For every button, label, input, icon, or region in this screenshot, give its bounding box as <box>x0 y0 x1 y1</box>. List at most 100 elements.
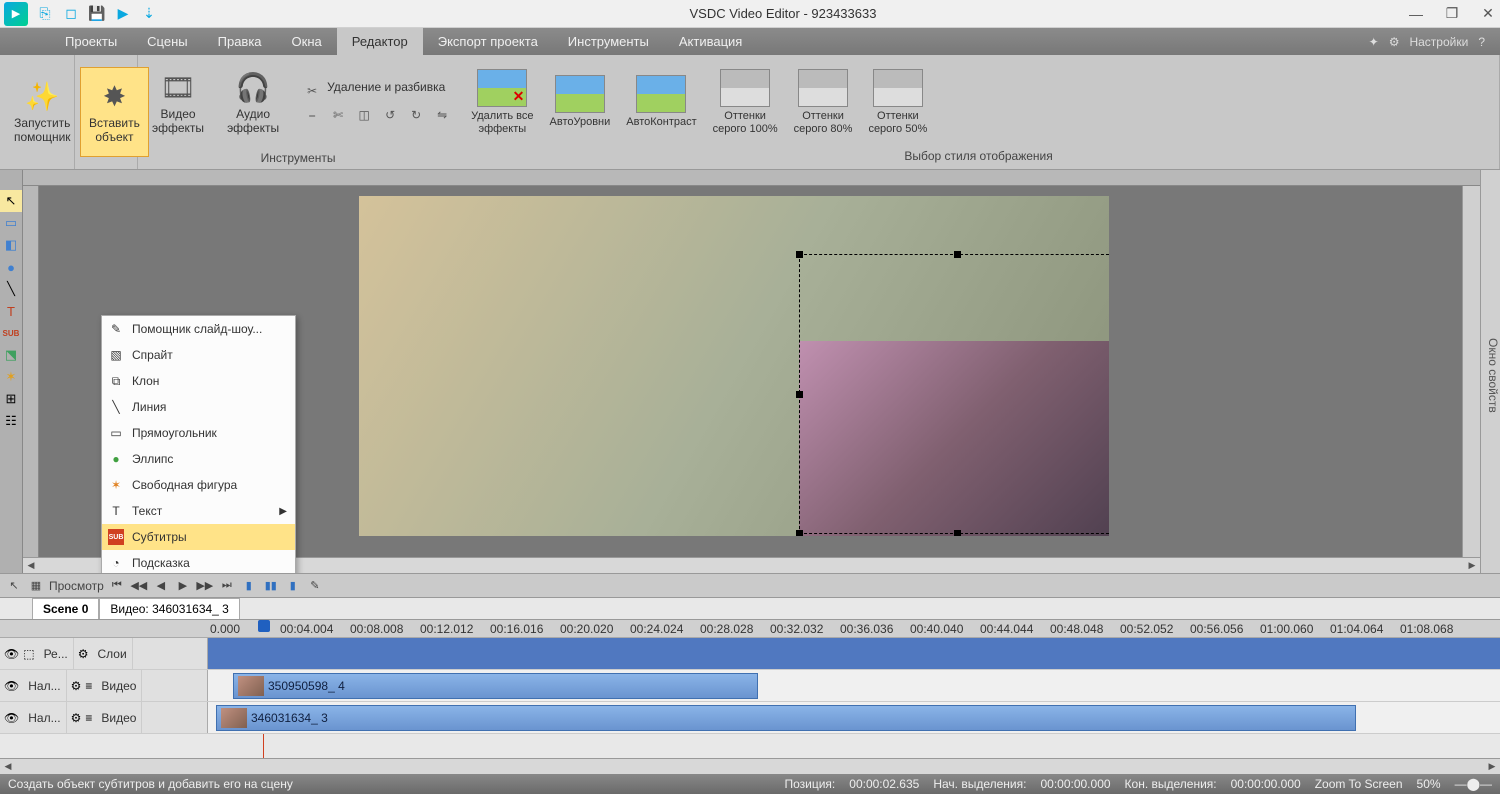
settings-link[interactable]: Настройки <box>1409 35 1468 49</box>
menu-tab-0[interactable]: Проекты <box>50 28 132 55</box>
gear-icon[interactable]: ⚙ <box>1389 35 1400 49</box>
menu-item-6[interactable]: ✶Свободная фигура <box>102 472 295 498</box>
list-icon[interactable]: ≡ <box>85 679 92 693</box>
flip-h-icon[interactable]: ⇋ <box>431 104 453 126</box>
tool-sub-icon[interactable]: SUB <box>0 322 22 344</box>
style-delete-all[interactable]: Удалить всеэффекты <box>463 67 541 137</box>
selection-box[interactable] <box>799 254 1109 534</box>
tool-cursor-icon[interactable]: ↖ <box>0 190 22 212</box>
pv-back-icon[interactable]: ◀ <box>152 577 170 595</box>
new-icon[interactable]: ⎘ <box>36 5 54 23</box>
ribbon: ✨ Запуститьпомощник ✸ Вставитьобъект 🎞 В… <box>0 55 1500 170</box>
pv-pointer-icon[interactable]: ↖ <box>5 577 23 595</box>
menu-item-5[interactable]: ●Эллипс <box>102 446 295 472</box>
time-tick: 00:20.020 <box>560 622 630 636</box>
menu-item-4[interactable]: ▭Прямоугольник <box>102 420 295 446</box>
clip[interactable]: 346031634_ 3 <box>216 705 1356 731</box>
playhead[interactable] <box>258 620 270 632</box>
pv-film-icon[interactable]: ▦ <box>27 577 45 595</box>
tool-media-icon[interactable]: ⊞ <box>0 388 22 410</box>
list-icon[interactable]: ≡ <box>85 711 92 725</box>
open-icon[interactable]: ◻ <box>62 5 80 23</box>
menu-tab-7[interactable]: Активация <box>664 28 757 55</box>
pv-mark1-icon[interactable]: ▮ <box>240 577 258 595</box>
zoom-slider-icon[interactable]: —⬤— <box>1455 777 1492 791</box>
eye-icon[interactable]: 👁 <box>4 647 19 661</box>
style-gray-100[interactable]: Оттенкисерого 100% <box>705 67 786 137</box>
cut-icon[interactable]: ✂ <box>301 80 323 102</box>
tool-film-icon[interactable]: ☷ <box>0 410 22 432</box>
star-icon[interactable]: ✦ <box>1369 35 1379 49</box>
style-gray-80[interactable]: Оттенкисерого 80% <box>786 67 861 137</box>
pv-mark3-icon[interactable]: ▮ <box>284 577 302 595</box>
pv-fwd-icon[interactable]: ▶▶ <box>196 577 214 595</box>
clip[interactable]: 350950598_ 4 <box>233 673 758 699</box>
close-button[interactable]: ✕ <box>1480 6 1496 22</box>
status-pos-label: Позиция: <box>784 777 835 791</box>
tool-line-icon[interactable]: ╲ <box>0 278 22 300</box>
video-effects-button[interactable]: 🎞 Видеоэффекты <box>143 58 213 148</box>
menu-tab-3[interactable]: Окна <box>277 28 337 55</box>
pv-first-icon[interactable]: ⏮ <box>108 577 126 595</box>
tab-scene[interactable]: Scene 0 <box>32 598 99 619</box>
play-icon[interactable]: ▶ <box>114 5 132 23</box>
pv-last-icon[interactable]: ⏭ <box>218 577 236 595</box>
scrollbar-vertical[interactable] <box>1462 186 1480 557</box>
menu-item-3[interactable]: ╲Линия <box>102 394 295 420</box>
run-helper-button[interactable]: ✨ Запуститьпомощник <box>5 67 80 157</box>
rotate-cw-icon[interactable]: ↻ <box>405 104 427 126</box>
timeline: 0.00000:04.00400:08.00800:12.01200:16.01… <box>0 619 1500 774</box>
menu-tab-6[interactable]: Инструменты <box>553 28 664 55</box>
eye-icon[interactable]: 👁 <box>4 679 19 693</box>
menu-item-9[interactable]: ◔Подсказка <box>102 550 295 573</box>
fx-icon[interactable]: ⚙ <box>71 679 82 693</box>
style-autolevels[interactable]: АвтоУровни <box>542 73 619 131</box>
fx-icon[interactable]: ⚙ <box>71 711 82 725</box>
menu-item-7[interactable]: TТекст▶ <box>102 498 295 524</box>
pv-play-icon[interactable]: ▶ <box>174 577 192 595</box>
eye-icon[interactable]: 👁 <box>4 711 19 725</box>
pv-mark2-icon[interactable]: ▮▮ <box>262 577 280 595</box>
menu-tab-editor[interactable]: Редактор <box>337 28 423 55</box>
audio-effects-button[interactable]: 🎧 Аудиоэффекты <box>218 58 288 148</box>
film-icon: 🎞 <box>160 71 196 104</box>
tool-rect-icon[interactable]: ▭ <box>0 212 22 234</box>
insert-object-menu: ✎Помощник слайд-шоу...▧Спрайт⧉Клон╲Линия… <box>101 315 296 573</box>
qat-more-icon[interactable]: ⇣ <box>140 5 158 23</box>
status-zoom-label[interactable]: Zoom To Screen <box>1315 777 1403 791</box>
menu-item-0[interactable]: ✎Помощник слайд-шоу... <box>102 316 295 342</box>
properties-panel-tab[interactable]: Окно свойств <box>1480 170 1500 573</box>
tool-ellipse-icon[interactable]: ● <box>0 256 22 278</box>
rotate-ccw-icon[interactable]: ↺ <box>379 104 401 126</box>
save-icon[interactable]: 💾 <box>88 5 106 23</box>
menu-tab-1[interactable]: Сцены <box>132 28 202 55</box>
tool-shape-icon[interactable]: ✶ <box>0 366 22 388</box>
maximize-button[interactable]: ❐ <box>1444 6 1460 22</box>
style-gray-50[interactable]: Оттенкисерого 50% <box>860 67 935 137</box>
tool-rect2-icon[interactable]: ◧ <box>0 234 22 256</box>
time-ruler[interactable]: 0.00000:04.00400:08.00800:12.01200:16.01… <box>0 620 1500 638</box>
menu-tab-2[interactable]: Правка <box>203 28 277 55</box>
help-icon[interactable]: ? <box>1478 35 1485 49</box>
crop-icon[interactable]: ◫ <box>353 104 375 126</box>
track-row: 👁 Нал... ⚙ ≡ Видео 346031634_ 3 <box>0 702 1500 734</box>
timeline-hscroll[interactable] <box>0 758 1500 774</box>
pv-edit-icon[interactable]: ✎ <box>306 577 324 595</box>
menu-item-1[interactable]: ▧Спрайт <box>102 342 295 368</box>
tool-text-icon[interactable]: T <box>0 300 22 322</box>
fx-icon[interactable]: ⚙ <box>78 647 89 661</box>
style-autocontrast[interactable]: АвтоКонтраст <box>618 73 704 131</box>
split-icon[interactable]: ⎯ <box>301 104 323 126</box>
time-tick: 00:32.032 <box>770 622 840 636</box>
minimize-button[interactable]: ― <box>1408 6 1424 22</box>
tab-video[interactable]: Видео: 346031634_ 3 <box>99 598 239 619</box>
pv-prev-icon[interactable]: ◀◀ <box>130 577 148 595</box>
scissors-icon[interactable]: ✄ <box>327 104 349 126</box>
menu-item-8[interactable]: SUBСубтитры <box>102 524 295 550</box>
menu-item-icon: ✶ <box>108 477 124 493</box>
tool-chart-icon[interactable]: ⬔ <box>0 344 22 366</box>
lock-icon[interactable]: ⬚ <box>23 647 34 661</box>
menu-item-2[interactable]: ⧉Клон <box>102 368 295 394</box>
menu-tab-5[interactable]: Экспорт проекта <box>423 28 553 55</box>
video-preview[interactable] <box>359 196 1109 536</box>
